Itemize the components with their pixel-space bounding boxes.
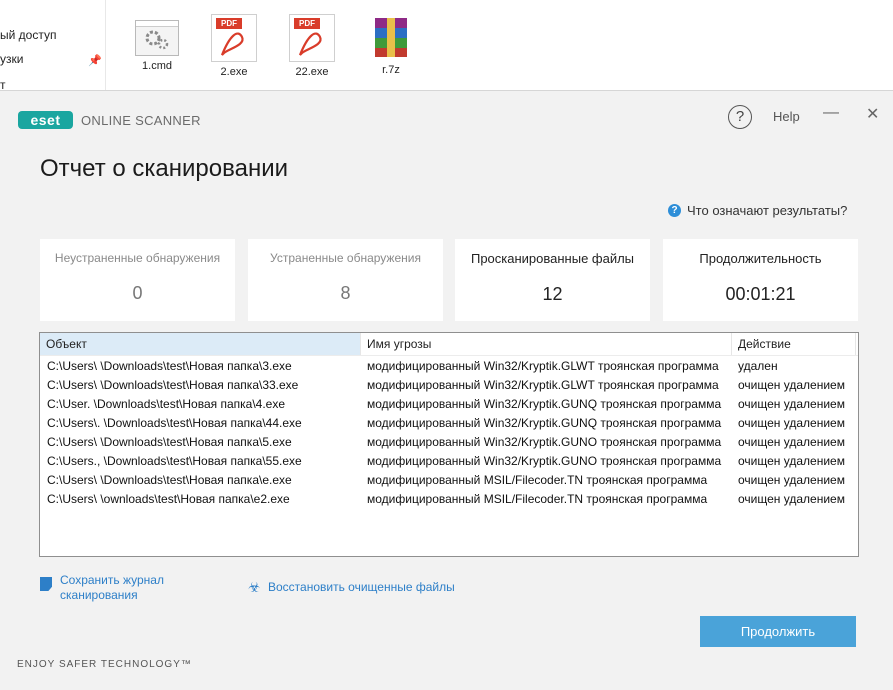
nav-item-partial[interactable]: т [0, 78, 6, 90]
stat-label: Устраненные обнаружения [270, 251, 421, 265]
table-row[interactable]: C:\Users\ \Downloads\test\Новая папка\e.… [40, 471, 858, 490]
table-row[interactable]: C:\Users., \Downloads\test\Новая папка\5… [40, 452, 858, 471]
stat-value: 0 [132, 283, 143, 303]
cell-action: очищен удалением [738, 378, 845, 392]
cell-action: очищен удалением [738, 492, 845, 506]
cell-threat: модифицированный Win32/Kryptik.GUNO троя… [367, 435, 722, 449]
brand: eset ONLINE SCANNER [18, 111, 201, 129]
results-help-link[interactable]: ? Что означают результаты? [668, 203, 847, 218]
minimize-button[interactable]: — [823, 104, 839, 122]
cell-threat: модифицированный Win32/Kryptik.GUNO троя… [367, 454, 722, 468]
stat-value: 00:01:21 [725, 284, 796, 304]
cell-object: C:\Users\ \Downloads\test\Новая папка\3.… [47, 359, 292, 373]
column-header-threat[interactable]: Имя угрозы [361, 333, 732, 355]
table-row[interactable]: C:\Users\ \Downloads\test\Новая папка\3.… [40, 357, 858, 376]
cell-threat: модифицированный MSIL/Filecoder.TN троян… [367, 492, 708, 506]
save-icon [40, 577, 52, 591]
continue-button[interactable]: Продолжить [700, 616, 856, 647]
restore-label: Восстановить очищенные файлы [268, 580, 455, 594]
file-22-exe[interactable]: PDF 22.exe [277, 14, 347, 78]
stat-unresolved: Неустраненные обнаружения 0 [40, 239, 235, 321]
stat-label: Просканированные файлы [470, 251, 635, 266]
file-name: 2.exe [220, 66, 248, 78]
cell-object: C:\Users\. \Downloads\test\Новая папка\4… [47, 416, 302, 430]
stat-value: 8 [340, 283, 351, 303]
cell-threat: модифицированный Win32/Kryptik.GUNQ троя… [367, 397, 722, 411]
cell-object: C:\Users\ \Downloads\test\Новая папка\33… [47, 378, 299, 392]
cell-threat: модифицированный MSIL/Filecoder.TN троян… [367, 473, 708, 487]
pdf-file-icon: PDF [289, 14, 335, 62]
pin-icon: 📌 [88, 55, 102, 67]
cell-object: C:\User. \Downloads\test\Новая папка\4.e… [47, 397, 286, 411]
file-explorer-background: ый доступ узки т 📌 1.cmd PDF 2.exe PDF 2… [0, 0, 893, 90]
cell-action: очищен удалением [738, 473, 845, 487]
results-help-label: Что означают результаты? [687, 203, 848, 218]
file-1-cmd[interactable]: 1.cmd [122, 14, 192, 72]
cell-object: C:\Users\ \Downloads\test\Новая папка\e.… [47, 473, 292, 487]
file-name: 1.cmd [142, 60, 172, 72]
table-row[interactable]: C:\Users\. \Downloads\test\Новая папка\4… [40, 414, 858, 433]
info-icon: ? [668, 204, 681, 217]
product-name: ONLINE SCANNER [81, 112, 201, 128]
file-r-7z[interactable]: r.7z [356, 14, 426, 76]
pdf-file-icon: PDF [211, 14, 257, 62]
cell-action: очищен удалением [738, 416, 845, 430]
stat-label: Неустраненные обнаружения [54, 251, 221, 265]
file-name: 22.exe [295, 66, 329, 78]
nav-item-quick-access[interactable]: ый доступ [0, 28, 56, 42]
nav-item-downloads[interactable]: узки [0, 52, 23, 66]
stat-resolved: Устраненные обнаружения 8 [248, 239, 443, 321]
stat-scanned-files: Просканированные файлы 12 [455, 239, 650, 321]
table-body: C:\Users\ \Downloads\test\Новая папка\3.… [40, 357, 858, 509]
archive-file-icon [369, 14, 413, 60]
file-name: r.7z [382, 64, 400, 76]
help-icon[interactable]: ? [728, 105, 752, 129]
save-log-line-2: сканирования [60, 588, 138, 602]
cell-object: C:\Users\ \Downloads\test\Новая папка\5.… [47, 435, 292, 449]
cell-threat: модифицированный Win32/Kryptik.GLWT троя… [367, 359, 719, 373]
eset-logo: eset [18, 111, 73, 129]
help-link[interactable]: Help [773, 109, 800, 124]
cmd-file-icon [135, 20, 179, 56]
close-button[interactable]: ✕ [866, 104, 879, 124]
cell-threat: модифицированный Win32/Kryptik.GLWT троя… [367, 378, 719, 392]
eset-window: eset ONLINE SCANNER ? Help — ✕ Отчет о с… [0, 90, 893, 690]
stat-label: Продолжительность [699, 251, 822, 266]
save-log-link[interactable]: Сохранить журнал сканирования [40, 573, 164, 603]
cell-object: C:\Users\ \ownloads\test\Новая папка\e2.… [47, 492, 290, 506]
nav-divider [105, 0, 106, 90]
table-header: Объект Имя угрозы Действие [40, 333, 858, 356]
detections-table: Объект Имя угрозы Действие C:\Users\ \Do… [39, 332, 859, 557]
cell-object: C:\Users., \Downloads\test\Новая папка\5… [47, 454, 302, 468]
cell-threat: модифицированный Win32/Kryptik.GUNQ троя… [367, 416, 722, 430]
save-log-line-1: Сохранить журнал [60, 573, 164, 587]
stat-value: 12 [542, 284, 563, 304]
tagline: ENJOY SAFER TECHNOLOGY™ [17, 659, 192, 670]
page-title: Отчет о сканировании [40, 155, 289, 182]
restore-cleaned-files-link[interactable]: ☣ Восстановить очищенные файлы [248, 580, 455, 594]
stat-duration: Продолжительность 00:01:21 [663, 239, 858, 321]
cell-action: удален [738, 359, 778, 373]
table-row[interactable]: C:\Users\ \ownloads\test\Новая папка\e2.… [40, 490, 858, 509]
table-row[interactable]: C:\Users\ \Downloads\test\Новая папка\5.… [40, 433, 858, 452]
cell-action: очищен удалением [738, 454, 845, 468]
biohazard-icon: ☣ [248, 579, 261, 595]
cell-action: очищен удалением [738, 435, 845, 449]
file-2-exe[interactable]: PDF 2.exe [199, 14, 269, 78]
column-header-action[interactable]: Действие [732, 333, 856, 355]
column-header-object[interactable]: Объект [40, 333, 361, 355]
save-log-label: Сохранить журнал сканирования [60, 573, 164, 603]
cell-action: очищен удалением [738, 397, 845, 411]
table-row[interactable]: C:\Users\ \Downloads\test\Новая папка\33… [40, 376, 858, 395]
table-row[interactable]: C:\User. \Downloads\test\Новая папка\4.e… [40, 395, 858, 414]
